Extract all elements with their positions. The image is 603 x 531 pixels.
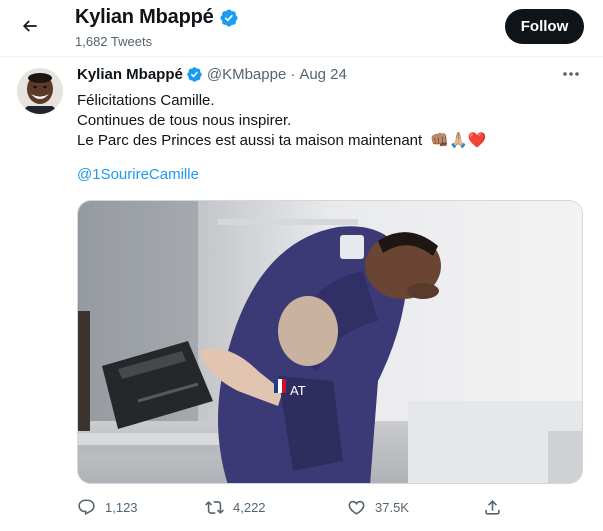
more-horizontal-icon: [563, 72, 579, 76]
reply-icon: [78, 499, 95, 515]
retweet-button[interactable]: 4,222: [205, 494, 266, 520]
tweet-header: Kylian Mbappé @KMbappe · Aug 24: [77, 66, 347, 83]
avatar[interactable]: [17, 68, 63, 114]
reply-count: 1,123: [105, 499, 138, 515]
tweet-line: Continues de tous nous inspirer.: [77, 112, 292, 129]
heart-icon: [348, 500, 365, 515]
retweet-icon: [205, 500, 224, 514]
reply-button[interactable]: 1,123: [77, 494, 138, 520]
share-icon: [485, 499, 500, 515]
more-options-button[interactable]: [561, 66, 581, 82]
meta-separator: ·: [290, 66, 296, 83]
like-button[interactable]: 37.5K: [347, 494, 409, 520]
header-title: Kylian Mbappé: [75, 6, 239, 29]
author-handle[interactable]: @KMbappe: [207, 66, 286, 83]
tweet-photo: AT: [78, 201, 582, 483]
tweet-count: 1,682 Tweets: [75, 34, 153, 49]
author-name[interactable]: Kylian Mbappé: [77, 66, 183, 83]
tweet-text: Félicitations Camille. Continues de tous…: [77, 91, 486, 151]
header-name: Kylian Mbappé: [75, 6, 214, 28]
tweet-media[interactable]: AT: [77, 200, 583, 484]
arrow-left-icon: [22, 20, 37, 32]
tweet-line: Félicitations Camille.: [77, 92, 215, 109]
retweet-count: 4,222: [233, 499, 266, 515]
tweet-actions: 1,123 4,222 37.5K: [77, 494, 517, 520]
mention-link[interactable]: @1SourireCamille: [77, 166, 199, 183]
avatar-image: [17, 68, 63, 114]
profile-header: Kylian Mbappé 1,682 Tweets Follow: [0, 0, 603, 57]
tweet-line: Le Parc des Princes est aussi ta maison …: [77, 132, 423, 149]
like-count: 37.5K: [375, 499, 409, 515]
follow-button[interactable]: Follow: [505, 9, 584, 44]
tweet-emojis: 👊🏽🙏🏼❤️: [430, 132, 487, 149]
share-button[interactable]: [483, 494, 502, 520]
verified-badge-icon: [187, 67, 202, 82]
verified-badge-icon: [220, 8, 238, 27]
tweet-date[interactable]: Aug 24: [299, 66, 347, 83]
tweet-line-with-emojis: Le Parc des Princes est aussi ta maison …: [77, 131, 486, 151]
jersey-lettering: AT: [290, 383, 306, 398]
back-button[interactable]: [13, 9, 47, 43]
